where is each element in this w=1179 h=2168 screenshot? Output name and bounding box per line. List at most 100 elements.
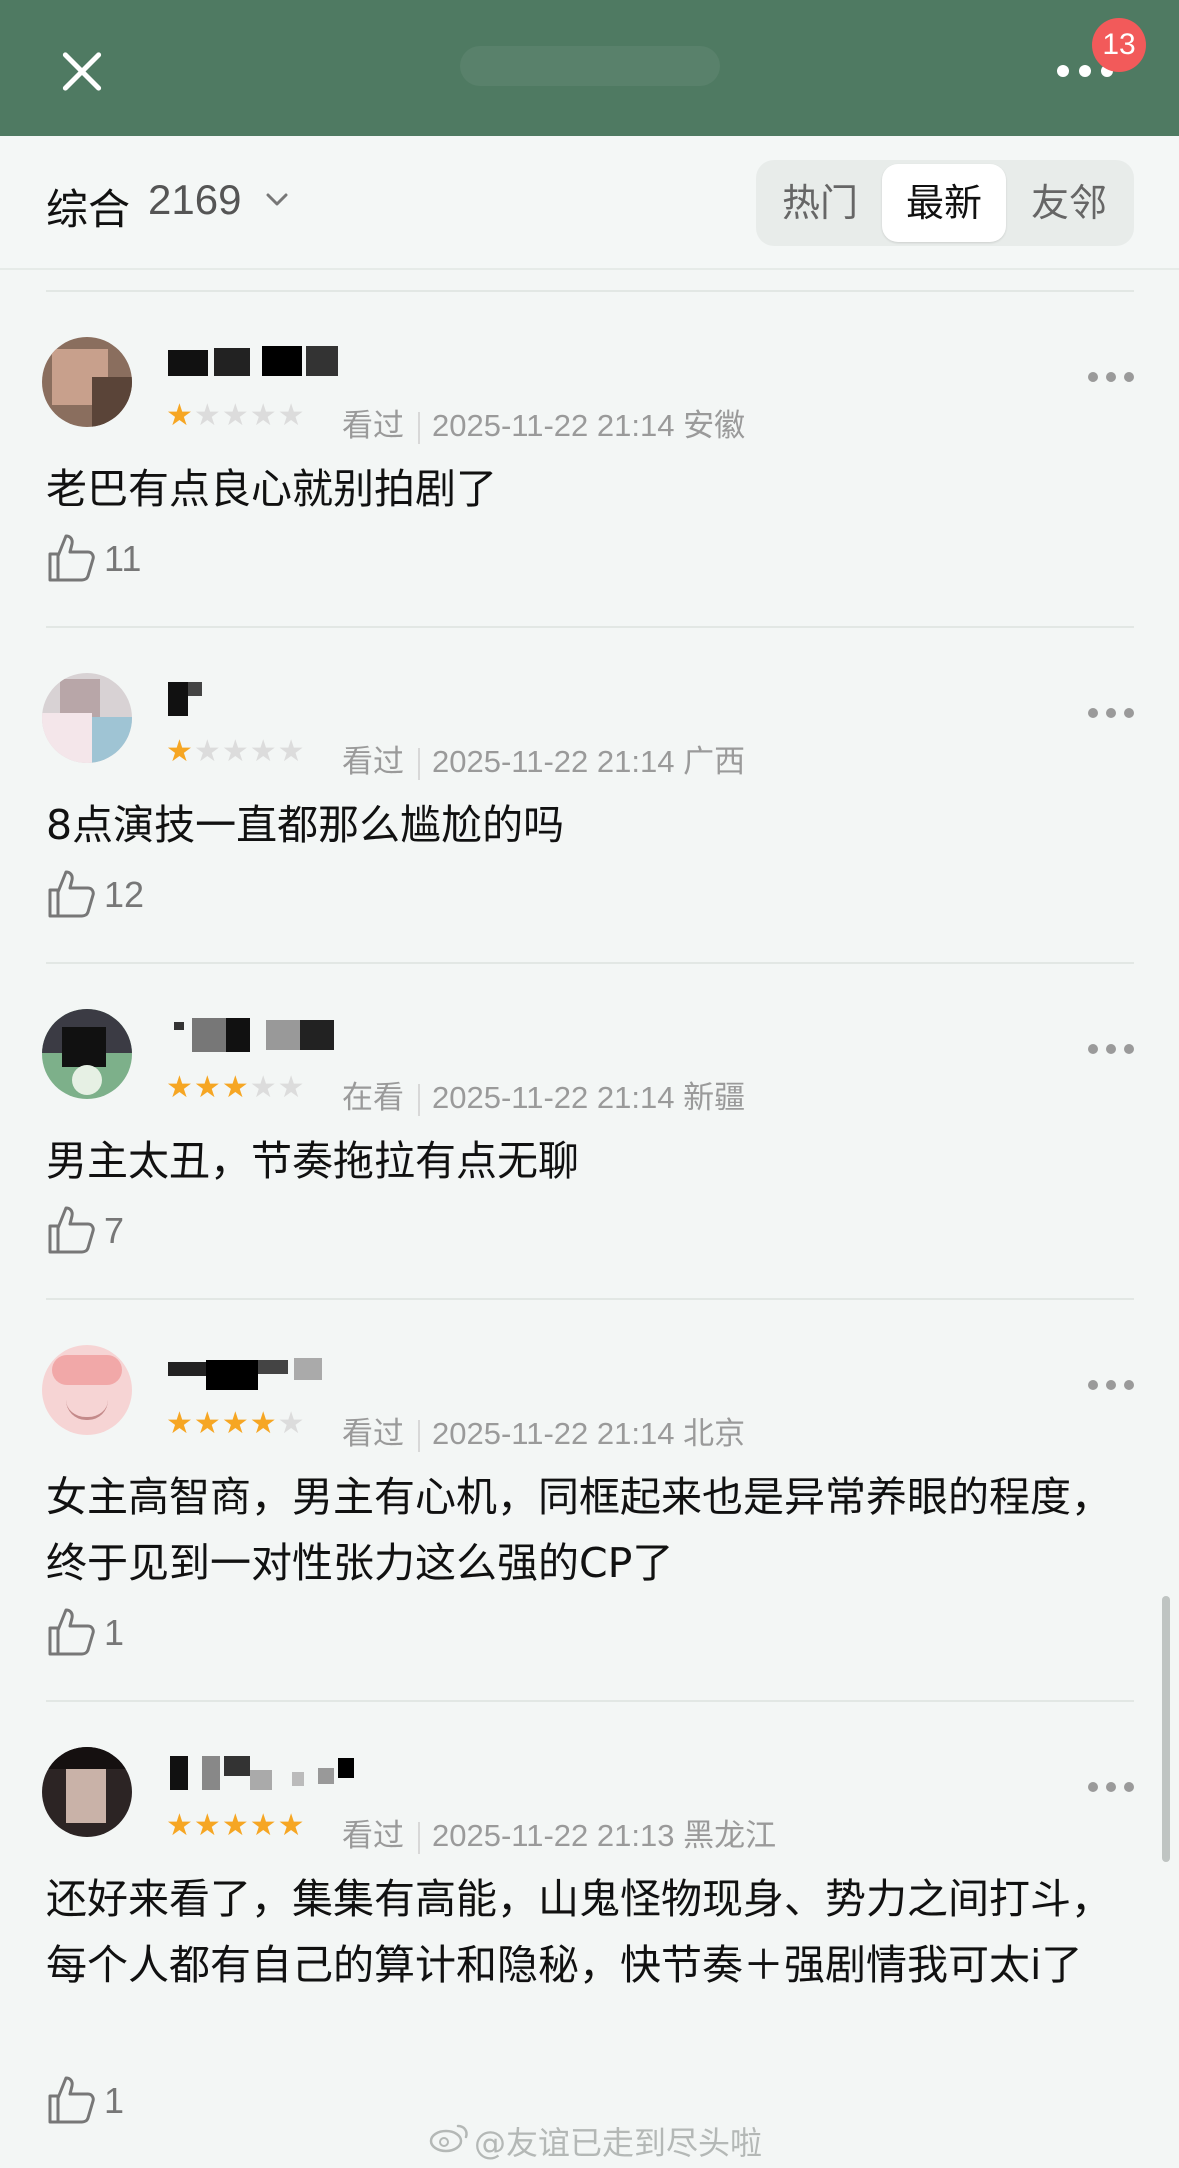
star-filled-icon: ★ (249, 1406, 278, 1441)
tab-segment: 热门 最新 友邻 (756, 160, 1134, 246)
review-content: 女主高智商，男主有心机，同框起来也是异常养眼的程度，终于见到一对性张力这么强的C… (46, 1473, 1112, 1587)
more-icon[interactable] (1088, 708, 1134, 722)
star-empty-icon: ★ (277, 734, 306, 769)
username-redacted[interactable] (166, 1014, 346, 1054)
tab-latest[interactable]: 最新 (882, 164, 1006, 242)
username-redacted[interactable] (166, 342, 346, 382)
notification-badge[interactable]: 13 (1092, 18, 1146, 72)
star-filled-icon: ★ (166, 1070, 194, 1105)
thumbs-up-icon (48, 1206, 95, 1254)
review-meta: 在看 2025-11-22 21:14 新疆 (342, 1072, 745, 1117)
review-time: 2025-11-22 21:14 (432, 408, 675, 443)
watermark: @友谊已走到尽头啦 (474, 2124, 763, 2162)
chevron-down-icon[interactable] (266, 188, 288, 210)
review-content: 老巴有点良心就别拍剧了 (46, 465, 497, 513)
divider (46, 1700, 1134, 1702)
username-redacted[interactable] (166, 1350, 346, 1390)
review-location: 广西 (683, 744, 746, 779)
weibo-logo-icon (429, 2124, 468, 2153)
like-count: 12 (104, 874, 145, 915)
review-location: 新疆 (683, 1080, 746, 1115)
star-empty-icon: ★ (221, 734, 250, 769)
star-rating: ★★★★★ (166, 734, 306, 769)
divider (46, 290, 1134, 292)
review-time: 2025-11-22 21:13 (432, 1818, 675, 1853)
review-meta: 看过 2025-11-22 21:14 北京 (342, 1408, 745, 1453)
star-filled-icon: ★ (166, 734, 194, 769)
like-button[interactable]: 1 (46, 1606, 166, 1662)
review-location: 安徽 (683, 408, 746, 443)
more-icon[interactable] (1088, 1782, 1134, 1796)
star-empty-icon: ★ (249, 734, 278, 769)
thumbs-up-icon (48, 2076, 95, 2124)
star-empty-icon: ★ (193, 398, 222, 433)
star-filled-icon: ★ (277, 1808, 306, 1843)
star-rating: ★★★★★ (166, 1406, 306, 1441)
like-count: 1 (104, 1612, 125, 1653)
thumbs-up-icon (48, 534, 95, 582)
avatar[interactable] (42, 337, 132, 427)
star-rating: ★★★★★ (166, 1808, 306, 1843)
review-content: 还好来看了，集集有高能，山鬼怪物现身、势力之间打斗，每个人都有自己的算计和隐秘，… (46, 1875, 1112, 1989)
star-filled-icon: ★ (221, 1808, 250, 1843)
top-bar: 13 (0, 0, 1179, 136)
title-blurred (460, 46, 720, 86)
star-filled-icon: ★ (166, 398, 194, 433)
thumbs-up-icon (48, 1608, 95, 1656)
star-rating: ★★★★★ (166, 1070, 306, 1105)
review-time: 2025-11-22 21:14 (432, 744, 675, 779)
avatar[interactable] (42, 1747, 132, 1837)
divider (46, 626, 1134, 628)
star-empty-icon: ★ (193, 734, 222, 769)
like-button[interactable]: 11 (46, 532, 166, 588)
review-content: 8点演技一直都那么尴尬的吗 (46, 801, 565, 849)
divider (46, 1298, 1134, 1300)
avatar[interactable] (42, 673, 132, 763)
review-time: 2025-11-22 21:14 (432, 1080, 675, 1115)
star-filled-icon: ★ (221, 1406, 250, 1441)
star-filled-icon: ★ (193, 1070, 222, 1105)
star-empty-icon: ★ (249, 1070, 278, 1105)
star-filled-icon: ★ (193, 1808, 222, 1843)
sort-label[interactable]: 综合 (46, 176, 130, 237)
review-location: 北京 (683, 1416, 746, 1451)
review-content: 男主太丑，节奏拖拉有点无聊 (46, 1137, 579, 1185)
star-empty-icon: ★ (277, 398, 306, 433)
review-count[interactable]: 2169 (148, 176, 241, 224)
star-filled-icon: ★ (193, 1406, 222, 1441)
star-empty-icon: ★ (221, 398, 250, 433)
review-meta: 看过 2025-11-22 21:13 黑龙江 (342, 1810, 776, 1855)
watch-status: 看过 (342, 1818, 404, 1853)
username-redacted[interactable] (166, 678, 226, 718)
tab-hot[interactable]: 热门 (760, 160, 880, 246)
like-count: 11 (104, 538, 142, 579)
like-button[interactable]: 7 (46, 1204, 166, 1260)
like-button[interactable]: 12 (46, 868, 166, 924)
star-filled-icon: ★ (221, 1070, 250, 1105)
watch-status: 看过 (342, 408, 404, 443)
star-empty-icon: ★ (249, 398, 278, 433)
more-icon[interactable] (1088, 1044, 1134, 1058)
tab-friends[interactable]: 友邻 (1008, 160, 1130, 246)
star-filled-icon: ★ (249, 1808, 278, 1843)
watch-status: 看过 (342, 1416, 404, 1451)
close-icon[interactable] (50, 40, 114, 104)
star-filled-icon: ★ (166, 1406, 194, 1441)
like-button[interactable]: 1 (46, 2074, 166, 2130)
divider (46, 962, 1134, 964)
avatar[interactable] (42, 1345, 132, 1435)
star-rating: ★★★★★ (166, 398, 306, 433)
avatar[interactable] (42, 1009, 132, 1099)
username-redacted[interactable] (166, 1752, 366, 1792)
more-icon[interactable] (1088, 1380, 1134, 1394)
star-empty-icon: ★ (277, 1406, 306, 1441)
review-time: 2025-11-22 21:14 (432, 1416, 675, 1451)
review-meta: 看过 2025-11-22 21:14 安徽 (342, 400, 745, 445)
more-icon[interactable] (1088, 372, 1134, 386)
like-count: 1 (104, 2080, 125, 2121)
star-filled-icon: ★ (166, 1808, 194, 1843)
scrollbar[interactable] (1162, 1596, 1170, 1862)
watch-status: 在看 (342, 1080, 404, 1115)
like-count: 7 (104, 1210, 125, 1251)
thumbs-up-icon (48, 870, 95, 918)
